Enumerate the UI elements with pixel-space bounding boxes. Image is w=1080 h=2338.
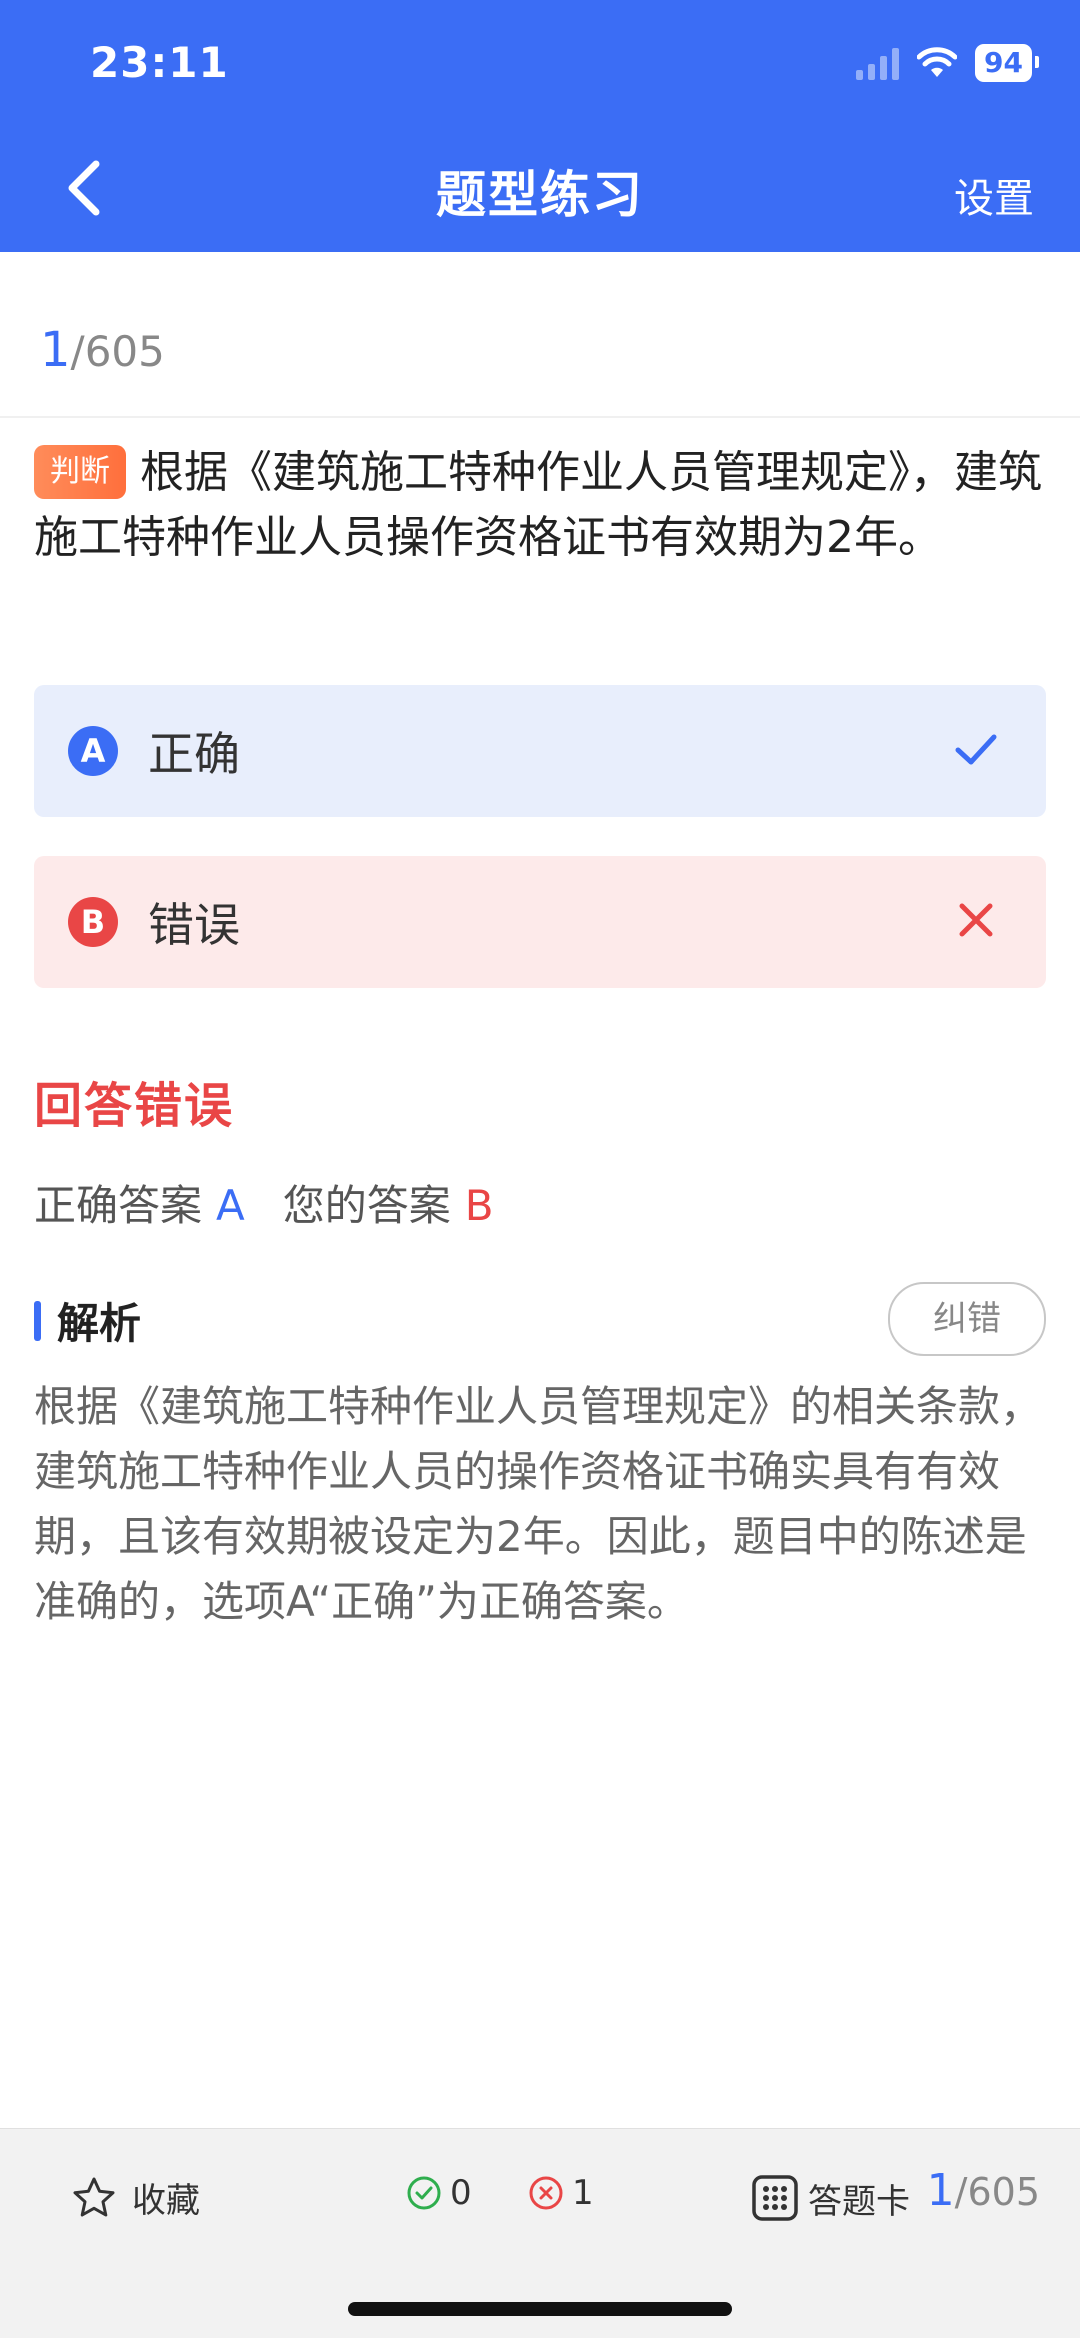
settings-button[interactable]: 设置 xyxy=(954,166,1034,224)
bottom-counter-current: 1 xyxy=(926,2165,955,2216)
wifi-icon xyxy=(917,47,958,77)
x-circle-icon xyxy=(529,2176,563,2210)
grid-icon xyxy=(752,2175,798,2221)
your-answer-value: B xyxy=(464,1181,494,1230)
correct-answer-value: A xyxy=(216,1181,245,1230)
star-icon xyxy=(73,2177,115,2216)
status-icons: 94 xyxy=(856,44,1039,82)
bottom-counter-total: /605 xyxy=(954,2170,1040,2214)
correct-answer-label: 正确答案 xyxy=(34,1181,203,1230)
option-b[interactable]: B 错误 xyxy=(34,856,1046,988)
cross-icon xyxy=(959,903,993,937)
status-time: 23:11 xyxy=(90,38,229,87)
divider xyxy=(0,416,1080,418)
question-text: 根据《建筑施工特种作业人员管理规定》，建筑施工特种作业人员操作资格证书有效期为2… xyxy=(34,447,1042,563)
section-accent-bar xyxy=(34,1300,41,1341)
page-title: 题型练习 xyxy=(436,166,644,224)
result-title: 回答错误 xyxy=(34,1078,235,1134)
battery-level: 94 xyxy=(975,44,1039,82)
question-type-tag: 判断 xyxy=(34,445,126,499)
question-block: 判断 根据《建筑施工特种作业人员管理规定》，建筑施工特种作业人员操作资格证书有效期… xyxy=(34,440,1044,570)
option-label-b: 错误 xyxy=(148,898,240,952)
option-label-a: 正确 xyxy=(148,727,240,781)
answer-summary: 正确答案 A 您的答案 B xyxy=(34,1172,494,1233)
cellular-signal-icon xyxy=(856,46,900,80)
option-letter-b: B xyxy=(68,897,118,947)
favorite-label: 收藏 xyxy=(132,2181,200,2221)
analysis-title: 解析 xyxy=(57,1299,142,1348)
your-answer-label: 您的答案 xyxy=(282,1181,451,1230)
analysis-text: 根据《建筑施工特种作业人员管理规定》的相关条款，建筑施工特种作业人员的操作资格证… xyxy=(34,1382,1043,1626)
option-letter-a: A xyxy=(68,726,118,776)
wrong-count-value: 1 xyxy=(572,2173,594,2213)
checkmark-icon xyxy=(955,734,997,765)
question-counter: 1/605 xyxy=(40,322,165,378)
wrong-count: 1 xyxy=(528,2173,594,2213)
analysis-header: 解析 xyxy=(34,1290,141,1351)
answer-card-button[interactable]: 答题卡 xyxy=(750,2173,910,2223)
counter-current: 1 xyxy=(40,322,71,378)
option-a[interactable]: A 正确 xyxy=(34,685,1046,817)
check-circle-icon xyxy=(407,2176,441,2210)
correct-count: 0 xyxy=(406,2173,472,2213)
bottom-counter: 1/605 xyxy=(927,2165,1040,2216)
home-indicator xyxy=(348,2302,732,2316)
top-bar: 23:11 94 题型练习 设置 xyxy=(0,0,1080,252)
answer-card-label: 答题卡 xyxy=(808,2181,910,2222)
favorite-button[interactable]: 收藏 xyxy=(70,2173,200,2222)
counter-total: /605 xyxy=(70,327,165,376)
report-error-button[interactable]: 纠错 xyxy=(888,1282,1046,1356)
correct-count-value: 0 xyxy=(450,2173,472,2213)
